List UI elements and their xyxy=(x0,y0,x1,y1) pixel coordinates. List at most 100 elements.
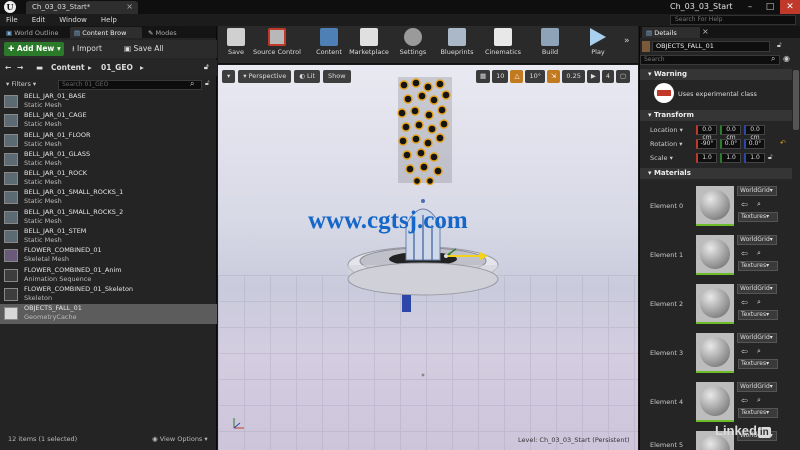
material-thumbnail[interactable] xyxy=(696,186,734,224)
materials-section-header[interactable]: ▾ Materials xyxy=(640,168,792,179)
add-new-button[interactable]: ✚ Add New ▾ xyxy=(4,42,64,56)
browse-icon[interactable]: ⌕ xyxy=(757,298,761,307)
location-y-input[interactable]: 0.0 cm xyxy=(720,125,741,141)
warning-section-header[interactable]: ▾ Warning xyxy=(640,69,792,80)
scale-x-input[interactable]: 1.0 xyxy=(696,153,717,163)
marketplace-button[interactable]: Marketplace xyxy=(347,28,391,56)
search-help-input[interactable]: Search For Help xyxy=(670,15,796,25)
location-x-input[interactable]: 0.0 cm xyxy=(696,125,717,141)
document-tab[interactable]: Ch_03_03_Start* × xyxy=(26,1,138,14)
textures-dropdown[interactable]: Textures▾ xyxy=(738,310,778,320)
list-item[interactable]: FLOWER_COMBINED_01 Skeletal Mesh xyxy=(0,246,217,265)
material-select[interactable]: WorldGrid▾ xyxy=(737,284,777,294)
scale-y-input[interactable]: 1.0 xyxy=(720,153,741,163)
lock-icon[interactable]: 🔓︎ xyxy=(204,63,209,72)
use-selected-icon[interactable]: ⇦ xyxy=(741,298,748,307)
scale-snap-value[interactable]: 0.25 xyxy=(562,70,585,83)
tab-modes[interactable]: ✎ Modes xyxy=(144,27,196,38)
play-button[interactable]: Play xyxy=(586,28,610,56)
lock-icon[interactable]: 🔓︎ xyxy=(777,41,782,50)
lock-icon[interactable]: 🔓︎ xyxy=(205,79,210,88)
browse-icon[interactable]: ⌕ xyxy=(757,396,761,405)
perspective-button[interactable]: ▾ Perspective xyxy=(238,70,292,83)
source-control-button[interactable]: Source Control xyxy=(250,28,304,56)
view-options-button[interactable]: ◉ View Options ▾ xyxy=(152,435,208,443)
rotation-y-input[interactable]: 0.0° xyxy=(720,139,741,149)
tab-world-outliner[interactable]: ▣ World Outline xyxy=(2,27,68,38)
material-select[interactable]: WorldGrid▾ xyxy=(737,186,777,196)
browse-icon[interactable]: ⌕ xyxy=(757,347,761,356)
browse-icon[interactable]: ⌕ xyxy=(757,249,761,258)
material-select[interactable]: WorldGrid▾ xyxy=(737,382,777,392)
lock-scale-icon[interactable]: 🔓︎ xyxy=(768,153,773,162)
list-item[interactable]: FLOWER_COMBINED_01_Anim Animation Sequenc… xyxy=(0,266,217,285)
viewport-options-button[interactable]: ▾ xyxy=(222,70,236,83)
details-scrollbar[interactable] xyxy=(793,70,799,130)
maximize-viewport-icon[interactable]: ▢ xyxy=(616,70,631,83)
rotation-label[interactable]: Rotation ▾ xyxy=(650,140,683,148)
list-item[interactable]: BELL_JAR_01_STEM Static Mesh xyxy=(0,227,217,246)
list-item[interactable]: BELL_JAR_01_GLASS Static Mesh xyxy=(0,150,217,169)
list-item[interactable]: BELL_JAR_01_SMALL_ROCKS_1 Static Mesh xyxy=(0,188,217,207)
list-item[interactable]: FLOWER_COMBINED_01_Skeleton Skeleton xyxy=(0,285,217,304)
rotation-x-input[interactable]: -90° xyxy=(696,139,717,149)
rotation-snap-value[interactable]: 10° xyxy=(525,70,545,83)
breadcrumb-01-geo[interactable]: 01_GEO xyxy=(101,63,133,72)
tab-details[interactable]: ▤ Details xyxy=(642,27,700,38)
scale-label[interactable]: Scale ▾ xyxy=(650,154,673,162)
toolbar-overflow-icon[interactable]: » xyxy=(624,36,630,46)
camera-speed-icon[interactable]: ▶ xyxy=(586,70,600,83)
list-item[interactable]: BELL_JAR_01_CAGE Static Mesh xyxy=(0,111,217,130)
material-select[interactable]: WorldGrid▾ xyxy=(737,333,777,343)
textures-dropdown[interactable]: Textures▾ xyxy=(738,359,778,369)
save-button[interactable]: Save xyxy=(224,28,248,56)
browse-icon[interactable]: ⌕ xyxy=(757,200,761,209)
list-item-selected[interactable]: OBJECTS_FALL_01 GeometryCache xyxy=(0,304,217,324)
maximize-button[interactable]: □ xyxy=(760,0,780,14)
menu-edit[interactable]: Edit xyxy=(32,14,46,26)
eye-icon[interactable]: ◉ xyxy=(783,54,790,63)
list-item[interactable]: BELL_JAR_01_BASE Static Mesh xyxy=(0,92,217,111)
material-thumbnail[interactable] xyxy=(696,382,734,420)
textures-dropdown[interactable]: Textures▾ xyxy=(738,261,778,271)
minimize-button[interactable]: – xyxy=(740,0,760,14)
filters-button[interactable]: ▾ Filters ▾ xyxy=(6,80,36,88)
textures-dropdown[interactable]: Textures▾ xyxy=(738,212,778,222)
grid-snap-icon[interactable]: ▦ xyxy=(476,70,491,83)
details-search-input[interactable]: Search xyxy=(640,55,780,65)
use-selected-icon[interactable]: ⇦ xyxy=(741,396,748,405)
menu-file[interactable]: File xyxy=(6,14,18,26)
blueprints-button[interactable]: Blueprints xyxy=(438,28,476,56)
material-select[interactable]: WorldGrid▾ xyxy=(737,235,777,245)
material-thumbnail[interactable] xyxy=(696,333,734,371)
show-button[interactable]: Show xyxy=(323,70,351,83)
textures-dropdown[interactable]: Textures▾ xyxy=(738,408,778,418)
list-item[interactable]: BELL_JAR_01_SMALL_ROCKS_2 Static Mesh xyxy=(0,208,217,227)
list-item[interactable]: BELL_JAR_01_ROCK Static Mesh xyxy=(0,169,217,188)
level-viewport[interactable]: www.cgtsj.com ▾ ▾ Perspective ◐ Lit Show… xyxy=(218,65,638,450)
forward-icon[interactable]: → xyxy=(17,63,23,72)
actor-placeholder[interactable] xyxy=(402,295,411,312)
material-thumbnail[interactable] xyxy=(696,235,734,273)
close-window-button[interactable]: ✕ xyxy=(780,0,800,14)
transform-section-header[interactable]: ▾ Transform xyxy=(640,110,792,121)
scale-snap-icon[interactable]: ⇲ xyxy=(546,70,561,83)
menu-help[interactable]: Help xyxy=(101,14,117,26)
close-tab-icon[interactable]: × xyxy=(126,2,133,11)
tab-content-browser[interactable]: ▤ Content Brow xyxy=(70,27,142,38)
use-selected-icon[interactable]: ⇦ xyxy=(741,249,748,258)
location-z-input[interactable]: 0.0 cm xyxy=(744,125,765,141)
camera-speed-value[interactable]: 4 xyxy=(601,70,615,83)
rotation-z-input[interactable]: 0.0° xyxy=(744,139,765,149)
use-selected-icon[interactable]: ⇦ xyxy=(741,347,748,356)
location-label[interactable]: Location ▾ xyxy=(650,126,683,134)
lit-button[interactable]: ◐ Lit xyxy=(294,70,320,83)
import-button[interactable]: ⭳ Import xyxy=(72,42,102,56)
content-button[interactable]: Content xyxy=(314,28,344,56)
back-icon[interactable]: ← xyxy=(5,63,11,72)
reset-rotation-icon[interactable]: ↶ xyxy=(780,139,786,147)
menu-window[interactable]: Window xyxy=(59,14,87,26)
save-all-button[interactable]: ▣ Save All xyxy=(124,42,164,56)
use-selected-icon[interactable]: ⇦ xyxy=(741,200,748,209)
grid-snap-value[interactable]: 10 xyxy=(492,70,509,83)
